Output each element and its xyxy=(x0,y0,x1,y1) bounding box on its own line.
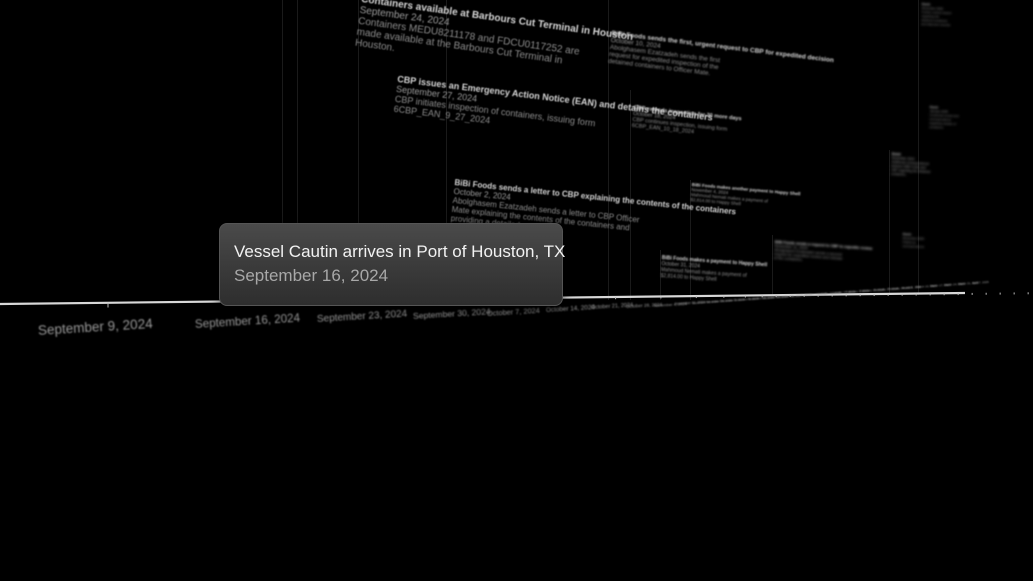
timeline-scene[interactable]: Containers available at Barbours Cut Ter… xyxy=(0,0,1033,581)
event-tooltip: Vessel Cautin arrives in Port of Houston… xyxy=(219,223,566,306)
tooltip-date: September 16, 2024 xyxy=(234,266,389,285)
tooltip-title: Vessel Cautin arrives in Port of Houston… xyxy=(234,242,566,261)
